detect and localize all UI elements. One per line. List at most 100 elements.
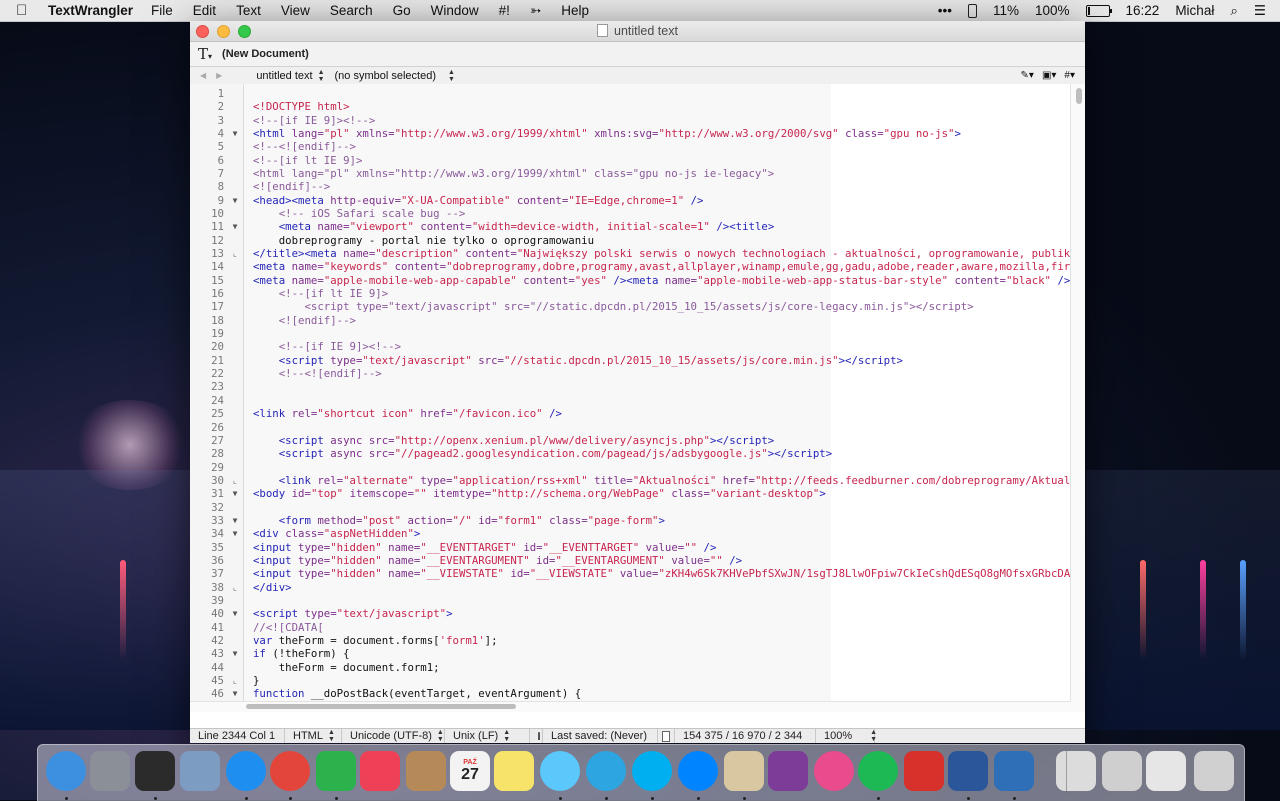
- code-line[interactable]: 1: [190, 87, 1085, 100]
- menu-help[interactable]: Help: [561, 3, 589, 18]
- contacts-icon[interactable]: [406, 751, 446, 791]
- code-text[interactable]: <input type="hidden" name="__EVENTARGUME…: [253, 554, 742, 567]
- code-text[interactable]: <![endif]-->: [253, 314, 356, 327]
- code-text[interactable]: <meta name="keywords" content="dobreprog…: [253, 260, 1077, 273]
- feedly-icon[interactable]: [316, 751, 356, 791]
- fold-toggle-icon[interactable]: ⌞: [230, 581, 240, 594]
- code-line[interactable]: 33 ▼ <form method="post" action="/" id="f…: [190, 514, 1085, 527]
- code-line[interactable]: 39: [190, 594, 1085, 607]
- word-icon[interactable]: [948, 751, 988, 791]
- code-text[interactable]: <body id="top" itemscope="" itemtype="ht…: [253, 487, 826, 500]
- horizontal-scroll-thumb[interactable]: [246, 704, 516, 709]
- code-line[interactable]: 4 ▼ <html lang="pl" xmlns="http://www.w3.o…: [190, 127, 1085, 140]
- finder-icon[interactable]: [46, 751, 86, 791]
- notes-icon[interactable]: [494, 751, 534, 791]
- code-line[interactable]: 12 dobreprogramy - portal nie tylko o op…: [190, 234, 1085, 247]
- menu-view[interactable]: View: [281, 3, 310, 18]
- code-line[interactable]: 31 ▼ <body id="top" itemscope="" itemtype=…: [190, 487, 1085, 500]
- code-text[interactable]: <script async src="http://openx.xenium.p…: [253, 434, 775, 447]
- notification-center-icon[interactable]: ☰: [1254, 3, 1266, 19]
- code-line[interactable]: 38 ⌞ </div>: [190, 581, 1085, 594]
- code-line[interactable]: 44 theForm = document.form1;: [190, 661, 1085, 674]
- script-icon[interactable]: ➳: [530, 3, 541, 19]
- code-text[interactable]: <meta name="viewport" content="width=dev…: [253, 220, 775, 233]
- code-line[interactable]: 40 ▼ <script type="text/javascript">: [190, 607, 1085, 620]
- code-text[interactable]: <!--[if IE 9]><!-->: [253, 340, 401, 353]
- code-line[interactable]: 32: [190, 501, 1085, 514]
- fold-toggle-icon[interactable]: ▼: [230, 647, 240, 660]
- code-text[interactable]: <!DOCTYPE html>: [253, 100, 350, 113]
- line-endings-popup[interactable]: Unix (LF) ▲ ▼: [445, 729, 530, 743]
- code-line[interactable]: 22 <!--<![endif]-->: [190, 367, 1085, 380]
- mission-control-icon[interactable]: [135, 751, 175, 791]
- code-text[interactable]: <html lang="pl" xmlns="http://www.w3.org…: [253, 167, 774, 180]
- encoding-popup[interactable]: Unicode (UTF-8) ▲ ▼: [342, 729, 445, 743]
- code-line[interactable]: 17 <script type="text/javascript" src="/…: [190, 300, 1085, 313]
- safari-icon[interactable]: [226, 751, 266, 791]
- code-text[interactable]: function __doPostBack(eventTarget, event…: [253, 687, 581, 700]
- code-line[interactable]: 29: [190, 461, 1085, 474]
- code-line[interactable]: 16 <!--[if lt IE 9]>: [190, 287, 1085, 300]
- code-line[interactable]: 42 var theForm = document.forms['form1'];: [190, 634, 1085, 647]
- code-line[interactable]: 45 ⌞}: [190, 674, 1085, 687]
- code-text[interactable]: <meta name="apple-mobile-web-app-capable…: [253, 274, 1077, 287]
- code-line[interactable]: 34 ▼ <div class="aspNetHidden">: [190, 527, 1085, 540]
- fold-toggle-icon[interactable]: ▼: [230, 487, 240, 500]
- code-text[interactable]: <input type="hidden" name="__EVENTTARGET…: [253, 541, 716, 554]
- onenote-icon[interactable]: [768, 751, 808, 791]
- code-text[interactable]: <head><meta http-equiv="X-UA-Compatible"…: [253, 194, 703, 207]
- code-text[interactable]: <script type="text/javascript" src="//st…: [253, 354, 903, 367]
- document-menu-icon[interactable]: ▣▾: [1042, 70, 1056, 81]
- launchpad-icon[interactable]: [90, 751, 130, 791]
- horizontal-scrollbar[interactable]: [190, 701, 1071, 712]
- code-text[interactable]: <![endif]-->: [253, 180, 330, 193]
- battery-icon[interactable]: [1085, 4, 1112, 17]
- telegram-icon[interactable]: [586, 751, 626, 791]
- code-text[interactable]: <!--[if lt IE 9]>: [253, 154, 362, 167]
- code-line[interactable]: 3 <!--[if IE 9]><!-->: [190, 114, 1085, 127]
- trash-icon[interactable]: [1194, 751, 1234, 791]
- code-line[interactable]: 25 <link rel="shortcut icon" href="/favic…: [190, 407, 1085, 420]
- code-text[interactable]: <script type="text/javascript">: [253, 607, 453, 620]
- code-line[interactable]: 35 <input type="hidden" name="__EVENTTARG…: [190, 541, 1085, 554]
- code-line[interactable]: 36 <input type="hidden" name="__EVENTARGU…: [190, 554, 1085, 567]
- vertical-scroll-thumb[interactable]: [1076, 88, 1082, 104]
- downloads-stack-icon[interactable]: [1146, 751, 1186, 791]
- fold-toggle-icon[interactable]: ▼: [230, 514, 240, 527]
- code-text[interactable]: <input type="hidden" name="__VIEWSTATE" …: [253, 567, 1077, 580]
- menu-file[interactable]: File: [151, 3, 173, 18]
- code-line[interactable]: 37 <input type="hidden" name="__VIEWSTATE…: [190, 567, 1085, 580]
- messenger-icon[interactable]: [678, 751, 718, 791]
- code-text[interactable]: <html lang="pl" xmlns="http://www.w3.org…: [253, 127, 961, 140]
- menu-shebang[interactable]: #!: [499, 3, 510, 18]
- code-line[interactable]: 24: [190, 394, 1085, 407]
- fold-toggle-icon[interactable]: ⌞: [230, 247, 240, 260]
- code-line[interactable]: 19: [190, 327, 1085, 340]
- file-popup[interactable]: untitled text ▲ ▼: [256, 69, 324, 83]
- fold-toggle-icon[interactable]: ▼: [230, 220, 240, 233]
- code-text[interactable]: theForm = document.form1;: [253, 661, 440, 674]
- hash-menu-icon[interactable]: #▾: [1064, 70, 1075, 81]
- code-text[interactable]: var theForm = document.forms['form1'];: [253, 634, 498, 647]
- fold-toggle-icon[interactable]: ▼: [230, 194, 240, 207]
- itunes-icon[interactable]: [814, 751, 854, 791]
- transmission-icon[interactable]: [904, 751, 944, 791]
- code-line[interactable]: 26: [190, 421, 1085, 434]
- document-info-icon[interactable]: [658, 729, 675, 743]
- code-line[interactable]: 10 <!-- iOS Safari scale bug -->: [190, 207, 1085, 220]
- code-text[interactable]: <script type="text/javascript" src="//st…: [253, 300, 973, 313]
- code-line[interactable]: 8 <![endif]-->: [190, 180, 1085, 193]
- code-line[interactable]: 18 <![endif]-->: [190, 314, 1085, 327]
- code-line[interactable]: 30 ⌞ <link rel="alternate" type="applicat…: [190, 474, 1085, 487]
- menu-search[interactable]: Search: [330, 3, 373, 18]
- calendar-icon[interactable]: PAŹ 27: [450, 751, 490, 791]
- fold-toggle-icon[interactable]: ⌞: [230, 674, 240, 687]
- spotify-icon[interactable]: [858, 751, 898, 791]
- text-editor[interactable]: 1 2 <!DOCTYPE html> 3 <!--[if IE 9]><!--> 4 ▼ <…: [190, 84, 1085, 712]
- phone-icon[interactable]: [967, 3, 977, 18]
- battery-percent[interactable]: 11%: [993, 3, 1019, 18]
- clock[interactable]: 16:22: [1126, 3, 1160, 18]
- code-line[interactable]: 21 <script type="text/javascript" src="/…: [190, 354, 1085, 367]
- code-line[interactable]: 15 <meta name="apple-mobile-web-app-capab…: [190, 274, 1085, 287]
- code-line[interactable]: 5 <!--<![endif]-->: [190, 140, 1085, 153]
